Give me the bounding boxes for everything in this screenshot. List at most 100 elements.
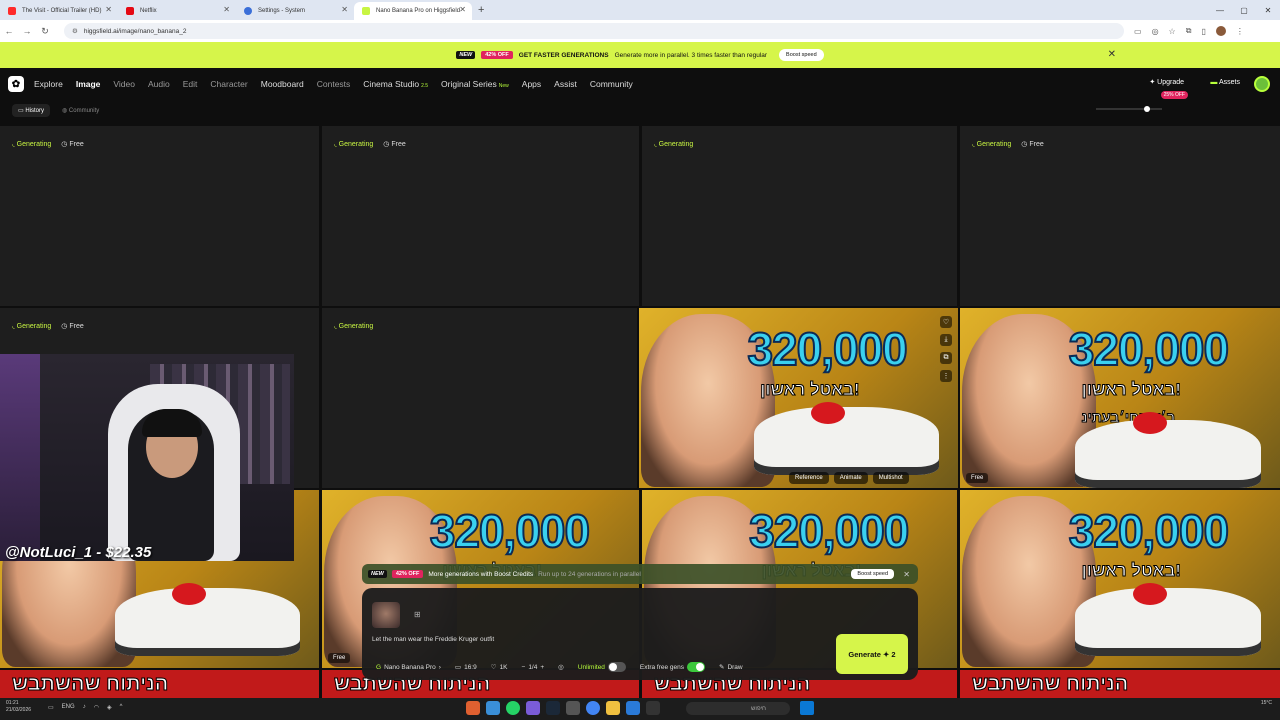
nav-contests[interactable]: Contests bbox=[317, 79, 351, 89]
generating-card[interactable]: ◟ Generating ◷ Free bbox=[0, 126, 319, 306]
close-icon[interactable]: ✕ bbox=[341, 5, 348, 14]
close-icon[interactable]: ✕ bbox=[903, 570, 910, 579]
app-icon[interactable] bbox=[486, 701, 500, 715]
url-field[interactable]: ⚙ higgsfield.ai/image/nano_banana_2 bbox=[64, 23, 1124, 39]
unlimited-toggle[interactable]: Unlimited bbox=[578, 662, 626, 672]
multishot-button[interactable]: Multishot bbox=[872, 472, 909, 484]
aspect-ratio-select[interactable]: ▭ 16:9 bbox=[455, 663, 477, 672]
app-icon[interactable] bbox=[626, 701, 640, 715]
extra-gens-toggle[interactable]: Extra free gens bbox=[640, 662, 705, 672]
user-avatar[interactable] bbox=[1254, 76, 1270, 92]
back-icon[interactable]: ← bbox=[0, 26, 18, 36]
chevron-up-icon[interactable]: ^ bbox=[120, 704, 123, 711]
copy-icon[interactable]: ⧉ bbox=[940, 352, 952, 364]
nav-explore[interactable]: Explore bbox=[34, 79, 63, 89]
generating-card[interactable]: ◟ Generating bbox=[322, 308, 637, 488]
plus-icon[interactable]: + bbox=[540, 664, 544, 671]
extensions-icon[interactable]: ⧉ bbox=[1186, 26, 1192, 36]
browser-tab-settings[interactable]: Settings - System ✕ bbox=[236, 2, 354, 20]
discord-icon[interactable] bbox=[526, 701, 540, 715]
close-icon[interactable]: ✕ bbox=[105, 5, 112, 14]
generating-card[interactable]: ◟ Generating bbox=[642, 126, 957, 306]
nav-assist[interactable]: Assist bbox=[554, 79, 577, 89]
maximize-icon[interactable]: ▢ bbox=[1232, 0, 1256, 20]
generating-card[interactable]: ◟ Generating ◷ Free bbox=[960, 126, 1280, 306]
shield-icon[interactable]: ◈ bbox=[107, 704, 112, 711]
generating-card[interactable]: ◟ Generating ◷ Free bbox=[322, 126, 639, 306]
star-icon[interactable]: ☆ bbox=[1169, 27, 1176, 36]
assets-button[interactable]: ▬ Assets bbox=[1210, 79, 1240, 86]
generate-button[interactable]: Generate ✦ 2 bbox=[836, 634, 908, 674]
nav-cinema-studio[interactable]: Cinema Studio 2.5 bbox=[363, 79, 428, 89]
app-icon[interactable] bbox=[646, 701, 660, 715]
close-icon[interactable]: ✕ bbox=[1108, 49, 1116, 60]
boost-speed-button[interactable]: Boost speed bbox=[779, 49, 824, 61]
whatsapp-icon[interactable] bbox=[506, 701, 520, 715]
close-window-icon[interactable]: ✕ bbox=[1256, 0, 1280, 20]
toggle-switch[interactable] bbox=[687, 662, 705, 672]
close-icon[interactable]: ✕ bbox=[459, 5, 466, 14]
browser-tab-netflix[interactable]: Netflix ✕ bbox=[118, 2, 236, 20]
boost-speed-button[interactable]: Boost speed bbox=[851, 569, 894, 579]
reference-image[interactable] bbox=[372, 602, 400, 628]
image-card[interactable]: 320,000 באטל ראשון! ♡ ⤓ ⧉ ⋮ Reference An… bbox=[639, 308, 958, 488]
nav-edit[interactable]: Edit bbox=[183, 79, 198, 89]
settings-icon[interactable]: ◎ bbox=[558, 663, 564, 671]
app-icon[interactable] bbox=[466, 701, 480, 715]
forward-icon[interactable]: → bbox=[18, 26, 36, 36]
heart-icon[interactable]: ♡ bbox=[940, 316, 952, 328]
count-stepper[interactable]: − 1/4 + bbox=[522, 664, 545, 671]
monitor-icon[interactable]: ▭ bbox=[48, 704, 54, 711]
toggle-switch[interactable] bbox=[607, 662, 626, 672]
animate-button[interactable]: Animate bbox=[833, 472, 868, 484]
higgsfield-logo[interactable]: ✿ bbox=[8, 76, 24, 92]
download-icon[interactable]: ⤓ bbox=[940, 334, 952, 346]
close-icon[interactable]: ✕ bbox=[223, 5, 230, 14]
reference-button[interactable]: Reference bbox=[789, 472, 829, 484]
nav-image[interactable]: Image bbox=[76, 79, 101, 89]
minus-icon[interactable]: − bbox=[522, 664, 526, 671]
nav-community[interactable]: Community bbox=[590, 79, 633, 89]
nav-character[interactable]: Character bbox=[210, 79, 247, 89]
image-card[interactable]: הניתוח שהשתבש bbox=[0, 670, 319, 700]
image-card[interactable]: 320,000 באטל ראשון! ב׳צובחי׳בעתינ Free bbox=[960, 308, 1280, 488]
minimize-icon[interactable]: — bbox=[1208, 0, 1232, 20]
more-icon[interactable]: ⋮ bbox=[940, 370, 952, 382]
reload-icon[interactable]: ↻ bbox=[36, 26, 54, 37]
new-tab-icon[interactable]: + bbox=[478, 4, 484, 16]
browser-tab-youtube[interactable]: The Visit - Official Trailer (HD) ✕ bbox=[0, 2, 118, 20]
mic-icon[interactable]: ♪ bbox=[83, 704, 86, 711]
split-icon[interactable]: ▯ bbox=[1201, 27, 1205, 36]
nav-apps[interactable]: Apps bbox=[522, 79, 541, 89]
model-select[interactable]: G Nano Banana Pro › bbox=[376, 664, 441, 671]
lang-label[interactable]: ENG bbox=[62, 704, 75, 711]
menu-icon[interactable]: ⋮ bbox=[1236, 27, 1244, 36]
add-image-icon[interactable]: ⊞ bbox=[414, 610, 421, 619]
taskbar-search[interactable]: חיפוש bbox=[686, 702, 790, 715]
nav-moodboard[interactable]: Moodboard bbox=[261, 79, 304, 89]
profile-avatar[interactable] bbox=[1215, 26, 1226, 36]
zoom-knob[interactable] bbox=[1144, 106, 1150, 112]
chrome-icon[interactable] bbox=[586, 701, 600, 715]
site-info-icon[interactable]: ⚙ bbox=[72, 27, 78, 35]
folder-icon[interactable] bbox=[606, 701, 620, 715]
image-card[interactable]: 320,000 באטל ראשון! bbox=[960, 490, 1280, 668]
app-icon[interactable] bbox=[566, 701, 580, 715]
nav-video[interactable]: Video bbox=[113, 79, 135, 89]
nav-audio[interactable]: Audio bbox=[148, 79, 170, 89]
nav-original-series[interactable]: Original Series New bbox=[441, 79, 509, 89]
tab-history[interactable]: ▭ History bbox=[12, 103, 51, 117]
browser-tab-higgsfield[interactable]: Nano Banana Pro on Higgsfield ✕ bbox=[354, 2, 472, 20]
image-card[interactable]: הניתוח שהשתבש bbox=[960, 670, 1280, 700]
wifi-icon[interactable]: ◠ bbox=[94, 704, 99, 711]
upgrade-button[interactable]: ✦ Upgrade bbox=[1149, 78, 1184, 86]
windows-start-icon[interactable] bbox=[800, 701, 814, 715]
tab-community[interactable]: ◍ Community bbox=[56, 104, 105, 117]
cast-icon[interactable]: ▭ bbox=[1134, 27, 1142, 36]
zoom-slider[interactable] bbox=[1096, 106, 1162, 112]
prompt-input[interactable]: Let the man wear the Freddie Kruger outf… bbox=[372, 636, 494, 643]
quality-select[interactable]: ♡ 1K bbox=[491, 663, 508, 672]
draw-button[interactable]: ✎ Draw bbox=[719, 663, 743, 672]
eye-off-icon[interactable]: ◎ bbox=[1152, 27, 1159, 36]
steam-icon[interactable] bbox=[546, 701, 560, 715]
